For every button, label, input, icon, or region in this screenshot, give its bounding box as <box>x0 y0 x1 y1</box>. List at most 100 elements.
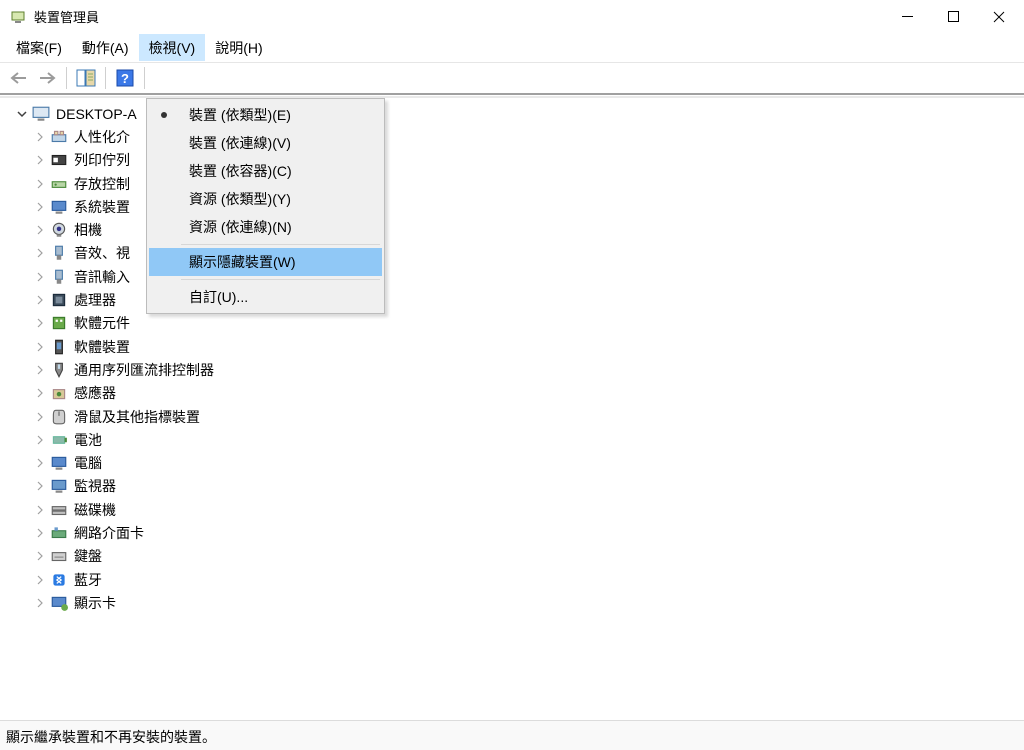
tree-item[interactable]: 藍牙 <box>24 568 1024 591</box>
chevron-right-icon[interactable] <box>34 131 46 143</box>
tree-item-label: 軟體元件 <box>74 313 130 333</box>
toolbar: ? <box>0 62 1024 94</box>
dd-devices-by-connection[interactable]: 裝置 (依連線)(V) <box>149 129 382 157</box>
chevron-right-icon[interactable] <box>34 294 46 306</box>
dd-devices-by-container[interactable]: 裝置 (依容器)(C) <box>149 157 382 185</box>
chevron-right-icon[interactable] <box>34 411 46 423</box>
tree-item[interactable]: 軟體元件 <box>24 312 1024 335</box>
dd-gutter <box>149 185 179 213</box>
dropdown-separator <box>181 279 380 280</box>
forward-button[interactable] <box>34 65 60 91</box>
dropdown-separator <box>181 244 380 245</box>
tree-root-label: DESKTOP-A <box>56 106 137 122</box>
chevron-right-icon[interactable] <box>34 527 46 539</box>
tree-item-label: 磁碟機 <box>74 500 116 520</box>
chevron-right-icon[interactable] <box>34 387 46 399</box>
chevron-right-icon[interactable] <box>34 574 46 586</box>
close-button[interactable] <box>976 0 1022 33</box>
tree-item[interactable]: 顯示卡 <box>24 591 1024 614</box>
tree-item-label: 人性化介 <box>74 127 130 147</box>
device-category-icon <box>50 268 68 286</box>
chevron-right-icon[interactable] <box>34 341 46 353</box>
menu-view[interactable]: 檢視(V) <box>139 34 206 61</box>
tree-item-label: 音效、視 <box>74 243 130 263</box>
tree-item-label: 監視器 <box>74 476 116 496</box>
menu-file[interactable]: 檔案(F) <box>6 34 72 61</box>
tree-item[interactable]: 網路介面卡 <box>24 521 1024 544</box>
device-category-icon <box>50 501 68 519</box>
tree-item-label: 電腦 <box>74 453 102 473</box>
device-category-icon <box>50 547 68 565</box>
menu-file-label: 檔案(F) <box>16 38 62 58</box>
menu-action[interactable]: 動作(A) <box>72 34 139 61</box>
menu-help[interactable]: 說明(H) <box>205 34 272 61</box>
dd-devices-by-type[interactable]: 裝置 (依類型)(E) <box>149 101 382 129</box>
chevron-right-icon[interactable] <box>34 480 46 492</box>
menubar: 檔案(F) 動作(A) 檢視(V) 說明(H) <box>0 34 1024 62</box>
device-category-icon <box>50 477 68 495</box>
device-category-icon <box>50 175 68 193</box>
dd-gutter <box>149 248 179 276</box>
tree-pane: DESKTOP-A 人性化介列印佇列存放控制系統裝置相機音效、視音訊輸入處理器軟… <box>0 98 1024 716</box>
chevron-right-icon[interactable] <box>34 224 46 236</box>
dd-label: 裝置 (依容器)(C) <box>189 163 292 179</box>
device-category-icon <box>50 361 68 379</box>
tree-item[interactable]: 通用序列匯流排控制器 <box>24 358 1024 381</box>
device-category-icon <box>50 338 68 356</box>
chevron-right-icon[interactable] <box>34 457 46 469</box>
dd-gutter <box>149 283 179 311</box>
chevron-down-icon[interactable] <box>16 108 28 120</box>
menu-help-label: 說明(H) <box>215 38 262 58</box>
dd-label: 資源 (依類型)(Y) <box>189 191 291 207</box>
dd-resources-by-type[interactable]: 資源 (依類型)(Y) <box>149 185 382 213</box>
computer-icon <box>32 105 50 123</box>
device-category-icon <box>50 431 68 449</box>
window-title: 裝置管理員 <box>34 7 884 26</box>
device-category-icon <box>50 524 68 542</box>
tree-item[interactable]: 鍵盤 <box>24 545 1024 568</box>
chevron-right-icon[interactable] <box>34 364 46 376</box>
tree-item[interactable]: 感應器 <box>24 382 1024 405</box>
tree-item[interactable]: 軟體裝置 <box>24 335 1024 358</box>
device-category-icon <box>50 571 68 589</box>
chevron-right-icon[interactable] <box>34 317 46 329</box>
tree-item[interactable]: 滑鼠及其他指標裝置 <box>24 405 1024 428</box>
maximize-button[interactable] <box>930 0 976 33</box>
chevron-right-icon[interactable] <box>34 247 46 259</box>
tree-item[interactable]: 磁碟機 <box>24 498 1024 521</box>
tree-item[interactable]: 監視器 <box>24 475 1024 498</box>
detail-toggle-button[interactable] <box>73 65 99 91</box>
chevron-right-icon[interactable] <box>34 178 46 190</box>
minimize-button[interactable] <box>884 0 930 33</box>
menu-view-label: 檢視(V) <box>149 38 196 58</box>
chevron-right-icon[interactable] <box>34 154 46 166</box>
dd-label: 裝置 (依類型)(E) <box>189 107 291 123</box>
tree-item[interactable]: 電池 <box>24 428 1024 451</box>
dd-show-hidden[interactable]: 顯示隱藏裝置(W) <box>149 248 382 276</box>
dd-customize[interactable]: 自訂(U)... <box>149 283 382 311</box>
device-category-icon <box>50 291 68 309</box>
view-dropdown: 裝置 (依類型)(E) 裝置 (依連線)(V) 裝置 (依容器)(C) 資源 (… <box>146 98 385 314</box>
device-category-icon <box>50 198 68 216</box>
app-icon <box>10 9 26 25</box>
tree-item-label: 軟體裝置 <box>74 337 130 357</box>
dd-resources-by-connection[interactable]: 資源 (依連線)(N) <box>149 213 382 241</box>
device-category-icon <box>50 314 68 332</box>
svg-text:?: ? <box>121 71 129 86</box>
chevron-right-icon[interactable] <box>34 550 46 562</box>
status-text: 顯示繼承裝置和不再安裝的裝置。 <box>6 729 216 745</box>
titlebar: 裝置管理員 <box>0 0 1024 34</box>
chevron-right-icon[interactable] <box>34 434 46 446</box>
dd-label: 自訂(U)... <box>189 289 248 305</box>
tree-item-label: 存放控制 <box>74 174 130 194</box>
dd-label: 顯示隱藏裝置(W) <box>189 254 296 270</box>
chevron-right-icon[interactable] <box>34 271 46 283</box>
tree-item[interactable]: 電腦 <box>24 451 1024 474</box>
statusbar: 顯示繼承裝置和不再安裝的裝置。 <box>0 720 1024 750</box>
dd-label: 裝置 (依連線)(V) <box>189 135 291 151</box>
chevron-right-icon[interactable] <box>34 597 46 609</box>
chevron-right-icon[interactable] <box>34 504 46 516</box>
chevron-right-icon[interactable] <box>34 201 46 213</box>
back-button[interactable] <box>6 65 32 91</box>
help-button[interactable]: ? <box>112 65 138 91</box>
